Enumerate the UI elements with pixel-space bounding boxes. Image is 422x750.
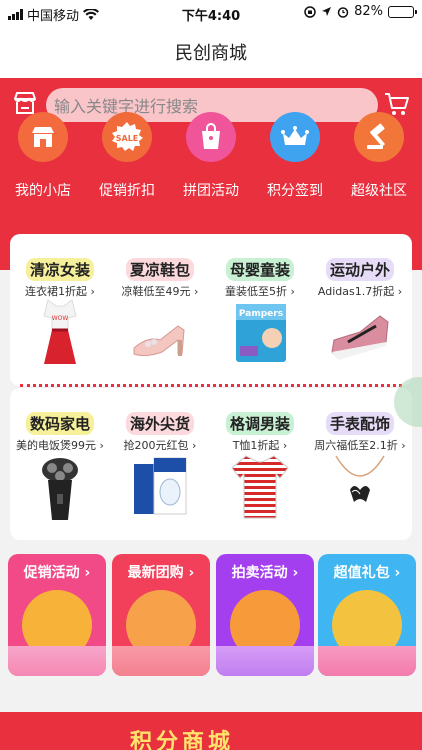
product-title: 夏凉鞋包 [125,258,194,281]
points-mall-banner[interactable]: 积分商城 [0,712,422,750]
location-icon [322,7,332,16]
diaper-pack-icon: Pampers [236,304,286,362]
sandal-icon [133,325,185,357]
product-cell-overseas[interactable]: 海外尖货 抢200元红包 › [110,388,210,540]
product-cell-digital[interactable]: 数码家电 美的电饭煲99元 › [10,388,110,540]
promo-tile-giftpack[interactable]: 超值礼包 › [318,554,416,676]
category-label: 促销折扣 [99,183,155,199]
product-title: 格调男装 [225,412,294,435]
category-label: 超级社区 [351,183,407,199]
auction-hammer-icon [354,112,404,162]
promo-title: 拍卖活动 › [231,565,299,581]
nav-bar: 民创商城 [0,26,422,78]
product-cell-shoes[interactable]: 夏凉鞋包 凉鞋低至49元 › [110,234,210,386]
necklace-icon [335,455,385,502]
product-panel-bottom: 数码家电 美的电饭煲99元 › 海外尖货 抢200元红包 › 格调男装 T恤1折… [10,388,412,540]
battery-icon [388,5,417,18]
dress-icon: WOW [43,299,77,364]
chevron-right-icon: › [99,439,104,452]
category-label: 拼团活动 [183,183,239,199]
product-cell-sports[interactable]: 运动户外 Adidas1.7折起 › [310,234,410,386]
promo-cloud [112,646,210,676]
product-title: 母婴童装 [225,258,294,281]
promo-title: 超值礼包 › [333,565,401,581]
category-label: 我的小店 [15,183,71,199]
promo-tile-sales[interactable]: 促销活动 › [8,554,106,676]
product-title: 数码家电 [25,412,94,435]
category-row: 我的小店 SALE 促销折扣 拼团活动 积分签到 超级社区 [0,112,422,212]
app-screen: 中国移动 下午4:40 82% 民创商城 输入关键字进行搜索 我的小店 SALE… [0,0,422,750]
product-cell-women[interactable]: 清凉女装 连衣裙1折起 › WOW [10,234,110,386]
product-panel-top: 清凉女装 连衣裙1折起 › WOW 夏凉鞋包 凉鞋低至49元 › 母婴童装 童装… [10,234,412,386]
product-title: 手表配饰 [325,412,394,435]
status-bar: 中国移动 下午4:40 82% [0,0,422,26]
svg-text:Pampers: Pampers [239,309,283,319]
chevron-right-icon: › [401,439,406,452]
svg-text:SALE: SALE [116,134,139,143]
category-sale[interactable]: SALE 促销折扣 [85,112,169,200]
orientation-lock-icon [304,5,316,18]
banner-title: 积分商城 [130,730,235,750]
product-cell-baby[interactable]: 母婴童装 童装低至5折 › Pampers [210,234,310,386]
promo-cloud [318,646,416,676]
category-label: 积分签到 [267,183,323,199]
svg-text:WOW: WOW [52,315,69,322]
product-title: 运动户外 [325,258,394,281]
promo-cloud [216,646,314,676]
sale-tag-icon: SALE [102,112,152,162]
category-community[interactable]: 超级社区 [337,112,421,200]
crown-icon [270,112,320,162]
category-points[interactable]: 积分签到 [253,112,337,200]
product-cell-men[interactable]: 格调男装 T恤1折起 › [210,388,310,540]
alarm-icon [337,6,349,18]
promo-tile-groupbuy[interactable]: 最新团购 › [112,554,210,676]
face-mask-icon [134,457,187,515]
shopping-bag-icon [186,112,236,162]
tshirt-icon [231,455,289,519]
chevron-right-icon: › [192,439,197,452]
category-my-shop[interactable]: 我的小店 [1,112,85,200]
sneaker-icon [331,315,389,360]
promo-cloud [8,646,106,676]
shop-icon [18,112,68,162]
shaver-icon [42,458,78,520]
chevron-right-icon: › [194,285,199,298]
category-group-buy[interactable]: 拼团活动 [169,112,253,200]
battery-percent: 82% [354,4,383,19]
promo-tile-auction[interactable]: 拍卖活动 › [216,554,314,676]
product-title: 海外尖货 [125,412,194,435]
page-title: 民创商城 [175,43,247,64]
chevron-right-icon: › [397,285,403,298]
promo-title: 促销活动 › [23,565,91,581]
product-title: 清凉女装 [25,258,94,281]
promo-title: 最新团购 › [127,565,195,581]
